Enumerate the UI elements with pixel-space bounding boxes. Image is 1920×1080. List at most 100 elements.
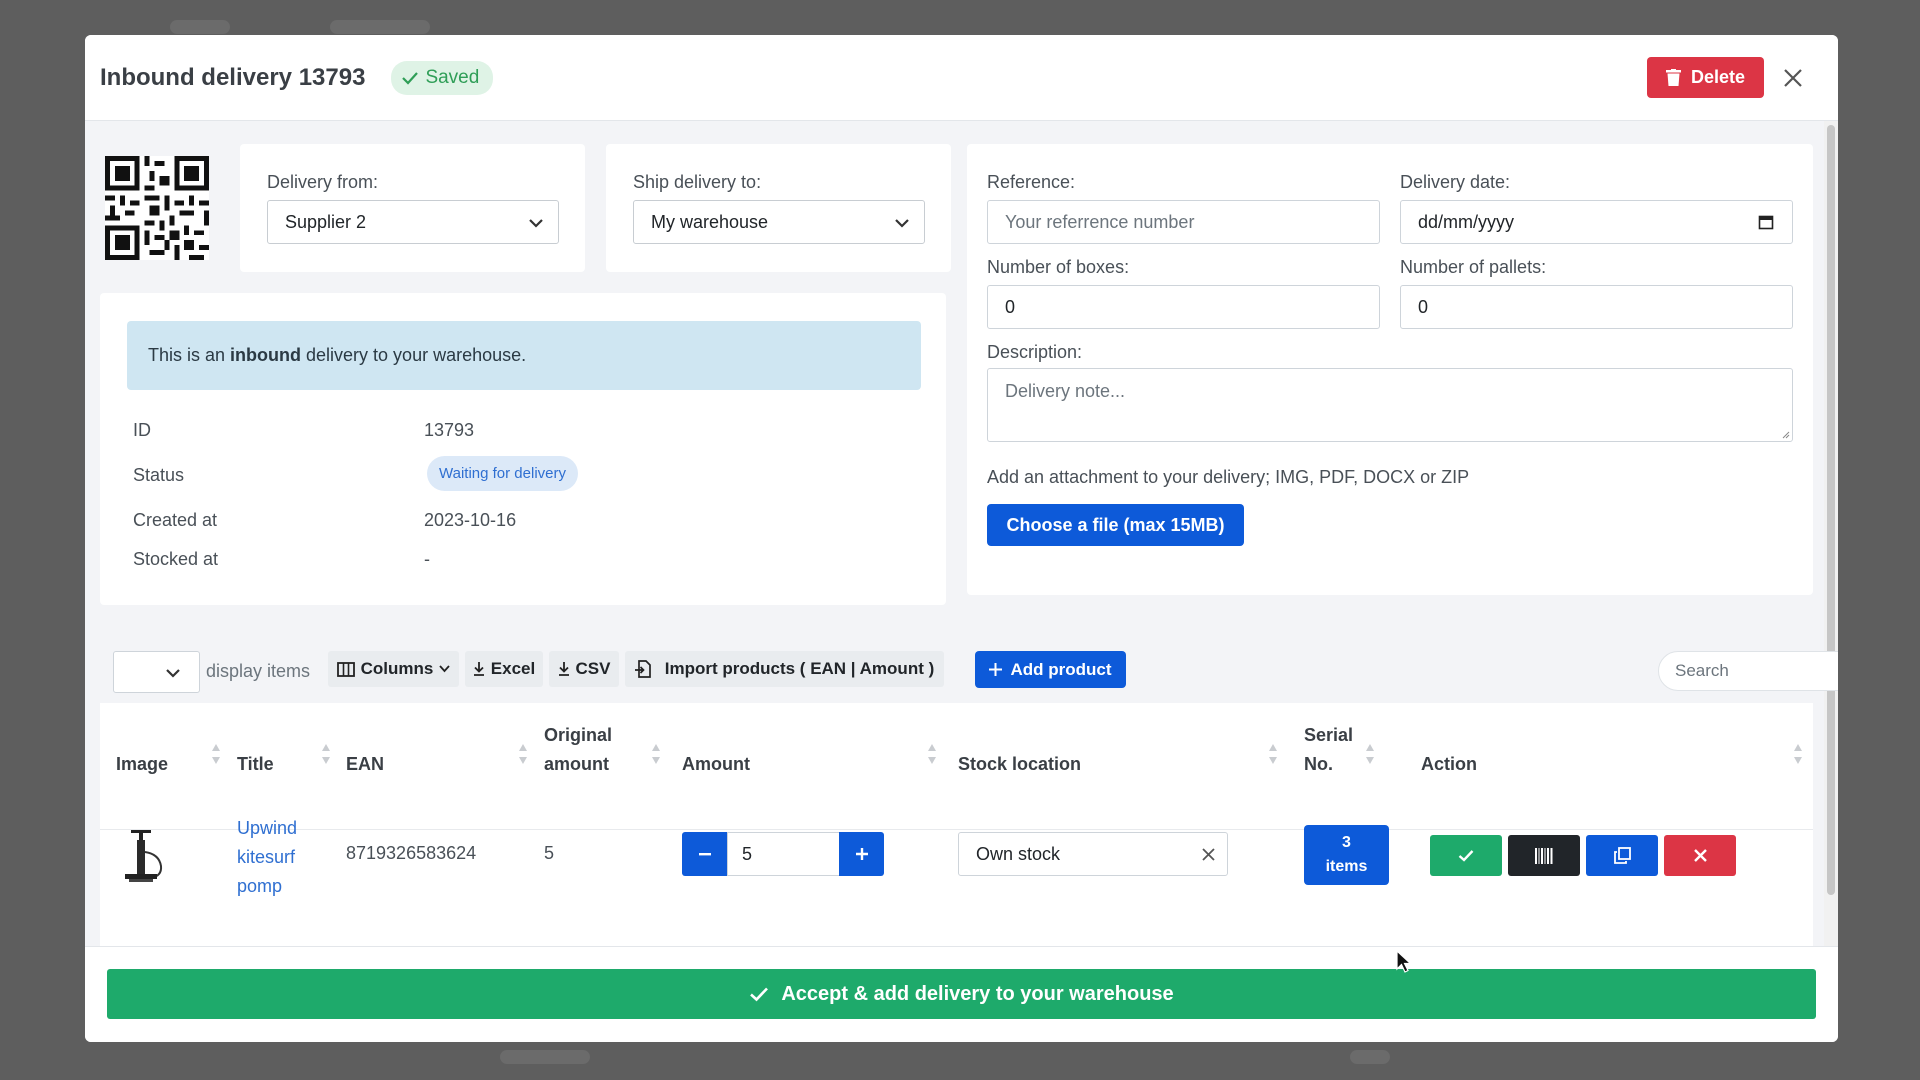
check-icon: [402, 71, 419, 85]
alert-text-bold: inbound: [230, 345, 302, 365]
import-products-button[interactable]: Import products ( EAN | Amount ): [625, 651, 944, 687]
info-label-created: Created at: [133, 510, 218, 530]
column-header-original-amount[interactable]: Original amount: [544, 721, 612, 779]
ship-to-select[interactable]: My warehouse: [633, 200, 925, 244]
original-amount-line-1: Original: [544, 725, 613, 745]
barcode-button[interactable]: [1508, 835, 1580, 876]
delete-button[interactable]: Delete: [1647, 57, 1764, 98]
increase-amount-button[interactable]: [839, 832, 884, 876]
accept-delivery-button[interactable]: Accept & add delivery to your warehouse: [107, 969, 1816, 1019]
delivery-from-label: Delivery from:: [267, 172, 379, 192]
delivery-from-card: Delivery from: Supplier 2: [240, 144, 585, 272]
serial-unit: items: [1325, 858, 1368, 875]
sort-icon[interactable]: [321, 743, 331, 765]
qr-code-icon: [105, 156, 209, 260]
backdrop-shape: [500, 1050, 590, 1064]
amount-input[interactable]: 5: [727, 832, 840, 876]
export-excel-button[interactable]: Excel: [465, 651, 543, 687]
pallets-input[interactable]: 0: [1400, 285, 1793, 329]
close-icon[interactable]: [1778, 63, 1808, 93]
check-icon: [750, 987, 769, 1002]
sort-icon[interactable]: [211, 743, 221, 765]
products-table: Image Title EAN Original amount Amount S…: [100, 703, 1813, 947]
description-textarea[interactable]: Delivery note...: [987, 368, 1793, 442]
alert-text-suffix: delivery to your warehouse.: [301, 345, 527, 365]
sort-icon[interactable]: [927, 743, 937, 765]
column-header-amount[interactable]: Amount: [682, 750, 750, 779]
sort-icon[interactable]: [518, 743, 528, 765]
ship-to-value: My warehouse: [651, 211, 769, 232]
chevron-down-icon: [166, 669, 180, 678]
alert-text-prefix: This is an: [148, 345, 231, 365]
calendar-icon[interactable]: [1758, 214, 1774, 230]
modal-scrollbar-thumb[interactable]: [1827, 125, 1835, 895]
remove-row-button[interactable]: [1664, 835, 1736, 876]
choose-file-button[interactable]: Choose a file (max 15MB): [987, 504, 1244, 546]
clear-icon[interactable]: [1202, 848, 1215, 861]
sort-icon[interactable]: [1365, 743, 1375, 765]
inbound-delivery-modal: Inbound delivery 13793 Saved Delete Deli: [85, 35, 1838, 1042]
add-product-button[interactable]: Add product: [975, 651, 1126, 688]
amount-value: 5: [742, 843, 753, 864]
copy-icon: [1613, 847, 1631, 864]
caret-down-icon: [439, 665, 451, 673]
confirm-row-button[interactable]: [1430, 835, 1502, 876]
file-import-icon: [634, 660, 651, 678]
serial-numbers-button[interactable]: 3 items: [1304, 825, 1389, 885]
delivery-date-placeholder: dd/mm/yyyy: [1418, 211, 1515, 232]
column-header-ean[interactable]: EAN: [346, 750, 384, 779]
resize-handle-icon[interactable]: [1780, 429, 1790, 439]
column-header-title[interactable]: Title: [237, 750, 274, 779]
mouse-cursor-icon: [1396, 950, 1412, 973]
original-amount-line-2: amount: [544, 754, 609, 774]
minus-icon: [698, 852, 711, 855]
reference-input[interactable]: Your referrence number: [987, 200, 1380, 244]
ship-to-card: Ship delivery to: My warehouse: [606, 144, 951, 272]
trash-icon: [1665, 69, 1681, 86]
column-header-action[interactable]: Action: [1421, 750, 1477, 779]
export-csv-button[interactable]: CSV: [549, 651, 619, 687]
inbound-info-alert: This is an inbound delivery to your ware…: [127, 321, 921, 390]
add-product-label: Add product: [1010, 659, 1112, 679]
reference-placeholder: Your referrence number: [1005, 211, 1195, 232]
chevron-down-icon: [529, 219, 543, 228]
modal-footer: Accept & add delivery to your warehouse: [85, 946, 1838, 1042]
delivery-from-select[interactable]: Supplier 2: [267, 200, 559, 244]
boxes-input[interactable]: 0: [987, 285, 1380, 329]
backdrop-shape: [1350, 1050, 1390, 1064]
product-title-line-3: pomp: [237, 876, 283, 896]
saved-badge: Saved: [391, 60, 494, 95]
sort-icon[interactable]: [1268, 743, 1278, 765]
columns-button[interactable]: Columns: [328, 651, 459, 687]
decrease-amount-button[interactable]: [682, 832, 727, 876]
display-items-label: display items: [206, 661, 311, 681]
attachment-hint: Add an attachment to your delivery; IMG,…: [987, 467, 1470, 487]
delete-label: Delete: [1690, 67, 1746, 87]
barcode-icon: [1535, 847, 1553, 864]
product-image-pump: [125, 830, 163, 882]
search-input[interactable]: Search: [1658, 651, 1838, 691]
pallets-label: Number of pallets:: [1400, 257, 1547, 277]
delivery-details-card: Reference: Your referrence number Delive…: [967, 144, 1813, 595]
delivery-date-label: Delivery date:: [1400, 172, 1511, 192]
serial-line-2: No.: [1304, 754, 1333, 774]
column-header-image[interactable]: Image: [116, 750, 168, 779]
stock-location-value: Own stock: [976, 843, 1061, 864]
plus-icon: [855, 848, 868, 860]
ship-to-label: Ship delivery to:: [633, 172, 762, 192]
info-value-created: 2023-10-16: [424, 510, 517, 530]
column-header-stock-location[interactable]: Stock location: [958, 750, 1081, 779]
modal-header: Inbound delivery 13793 Saved Delete: [85, 35, 1838, 121]
sort-icon[interactable]: [651, 743, 661, 765]
duplicate-row-button[interactable]: [1586, 835, 1658, 876]
delivery-date-input[interactable]: dd/mm/yyyy: [1400, 200, 1793, 244]
page-size-select[interactable]: [113, 651, 200, 693]
stock-location-select[interactable]: Own stock: [958, 832, 1228, 876]
product-original-amount: 5: [544, 843, 555, 863]
info-label-id: ID: [133, 420, 151, 440]
product-title-link[interactable]: Upwind kitesurf pomp: [237, 814, 297, 901]
column-header-serial-no[interactable]: Serial No.: [1304, 721, 1353, 779]
csv-label: CSV: [575, 659, 611, 678]
sort-icon[interactable]: [1793, 743, 1803, 765]
close-icon: [1693, 849, 1707, 862]
